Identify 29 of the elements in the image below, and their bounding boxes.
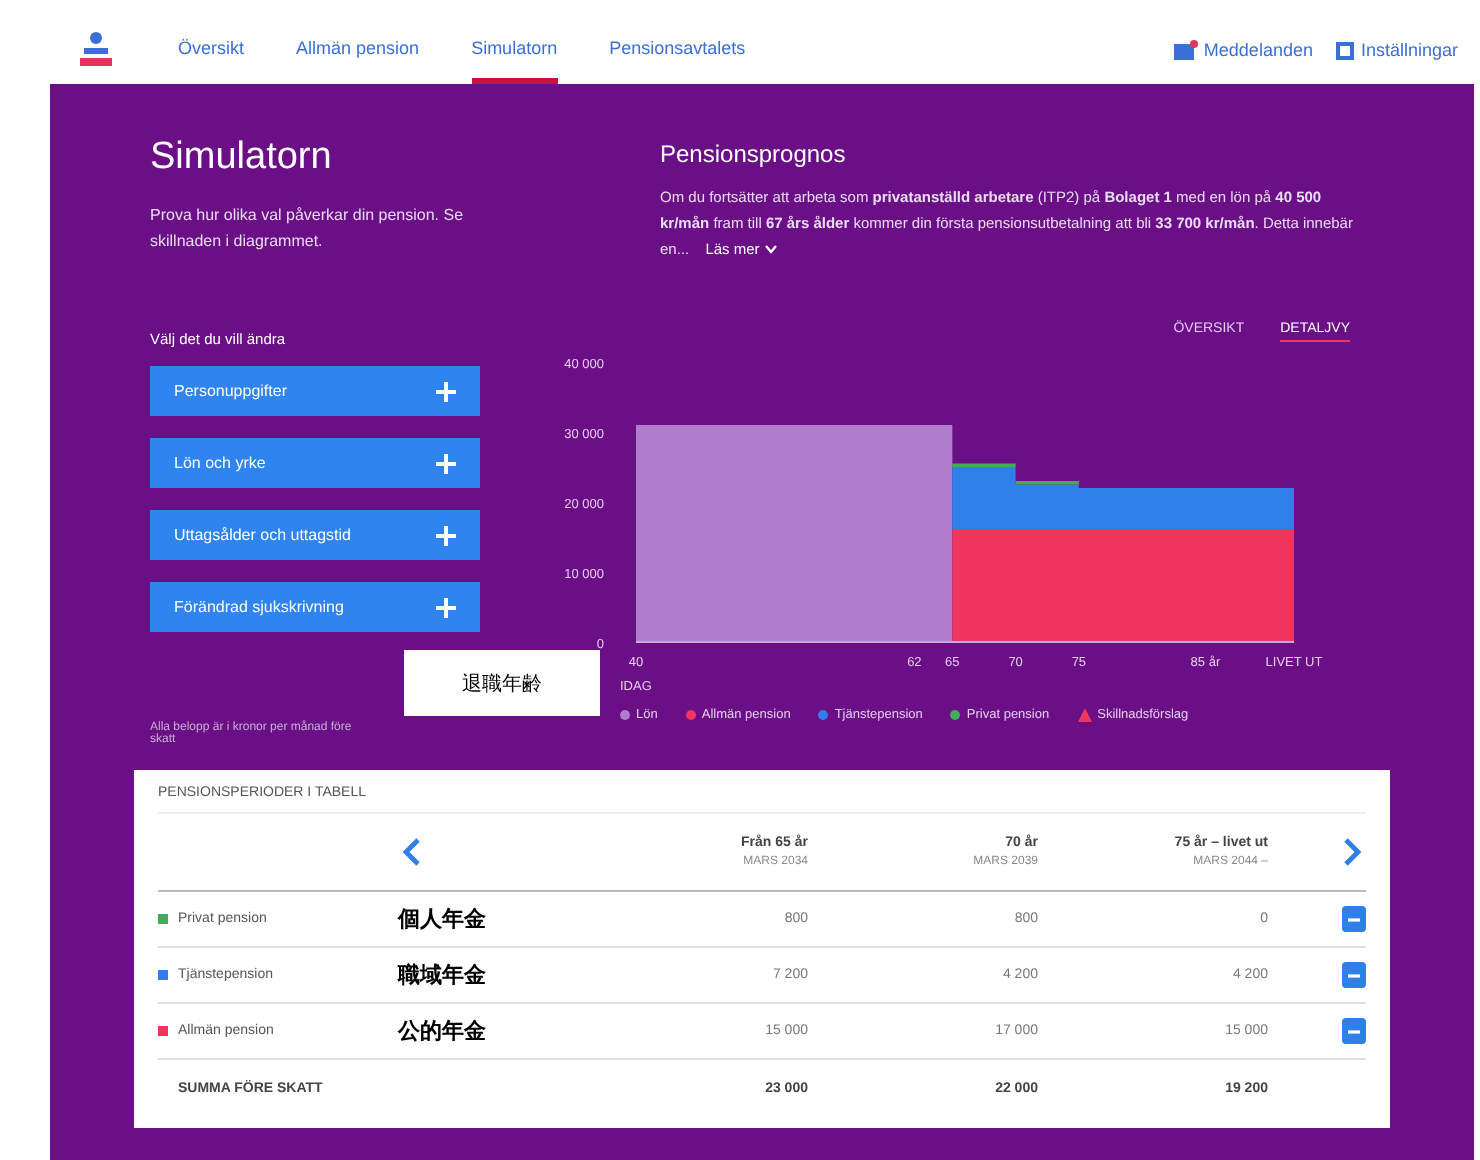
next-arrow-button[interactable]: [1338, 834, 1366, 871]
plus-icon: [436, 525, 456, 546]
collapse-row-button[interactable]: [1342, 962, 1366, 989]
expand-option-button[interactable]: Förändrad sjukskrivning: [150, 582, 480, 633]
square-icon: [1336, 41, 1355, 59]
forecast-title: Pensionsprognos: [660, 140, 848, 168]
previous-arrow-button[interactable]: [398, 834, 426, 871]
row-note: 公的年金: [398, 1017, 488, 1047]
collapse-row-button[interactable]: [1342, 906, 1366, 933]
plus-icon: [436, 597, 456, 618]
expand-option-button[interactable]: Personuppgifter: [150, 366, 480, 417]
plus-icon: [436, 381, 456, 402]
logo-icon: [78, 30, 114, 70]
page-title: Simulatorn: [150, 136, 334, 180]
intro-text: Prova hur olika val påverkar din pension. Se skillnaden i diagrammet.: [150, 204, 466, 254]
plus-icon: [436, 453, 456, 474]
nav-link[interactable]: Översikt: [178, 16, 245, 84]
row-note: 個人年金: [398, 905, 488, 935]
nav-link[interactable]: Allmän pension: [296, 16, 420, 84]
annotation-label: 退職年齢: [404, 650, 600, 717]
chevron-down-icon: [763, 244, 778, 255]
expand-option-button[interactable]: Lön och yrke: [150, 438, 480, 489]
expand-option-button[interactable]: Uttagsålder och uttagstid: [150, 510, 480, 561]
settings-link[interactable]: Inställningar: [1336, 40, 1458, 60]
envelope-icon: [1173, 40, 1198, 60]
collapse-row-button[interactable]: [1342, 1018, 1366, 1045]
nav-link[interactable]: Pensionsavtalets: [609, 16, 746, 84]
messages-link[interactable]: Meddelanden: [1173, 40, 1313, 60]
row-note: 職域年金: [398, 961, 488, 991]
